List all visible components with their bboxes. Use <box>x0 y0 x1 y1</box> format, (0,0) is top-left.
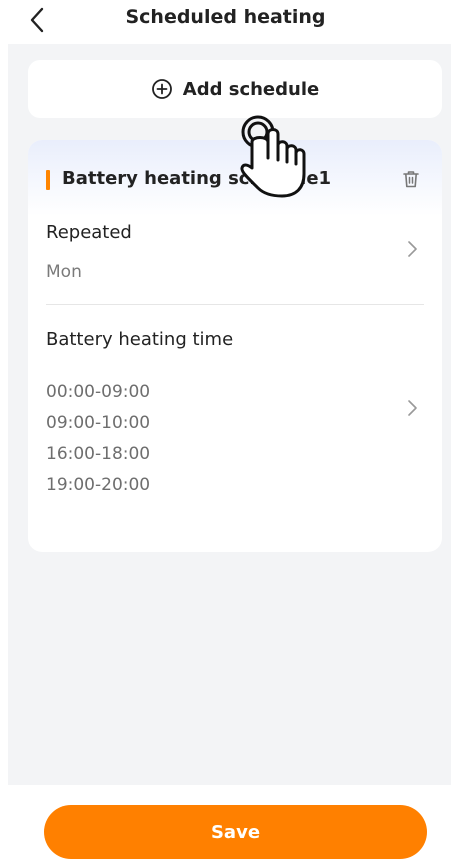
accent-bar <box>46 170 50 190</box>
repeated-row[interactable]: Repeated Mon <box>28 216 442 304</box>
heating-time-label: Battery heating time <box>46 329 234 350</box>
add-schedule-button[interactable]: Add schedule <box>28 60 442 118</box>
schedule-title: Battery heating schedule1 <box>62 168 332 189</box>
schedule-card: Battery heating schedule1 Repeated Mon B… <box>28 140 442 552</box>
chevron-right-icon <box>408 241 417 257</box>
content-area: Add schedule Battery heating schedule1 R… <box>8 44 451 785</box>
delete-schedule-button[interactable] <box>398 166 424 192</box>
time-slot: 00:00-09:00 <box>46 382 151 402</box>
chevron-right-icon <box>408 400 417 416</box>
repeated-label: Repeated <box>46 222 132 243</box>
add-schedule-label: Add schedule <box>182 78 320 100</box>
plus-circle-icon <box>151 79 172 99</box>
save-button[interactable]: Save <box>44 805 427 859</box>
page-title: Scheduled heating <box>125 6 326 28</box>
schedule-card-header: Battery heating schedule1 <box>28 140 442 216</box>
heating-time-row[interactable]: Battery heating time 00:00-09:00 09:00-1… <box>28 305 442 519</box>
time-slot: 19:00-20:00 <box>46 475 151 495</box>
heating-time-list: 00:00-09:00 09:00-10:00 16:00-18:00 19:0… <box>46 377 150 501</box>
repeated-value: Mon <box>46 262 82 282</box>
time-slot: 16:00-18:00 <box>46 444 151 464</box>
header-bar: Scheduled heating <box>0 0 451 44</box>
time-slot: 09:00-10:00 <box>46 413 151 433</box>
trash-icon <box>403 171 419 188</box>
